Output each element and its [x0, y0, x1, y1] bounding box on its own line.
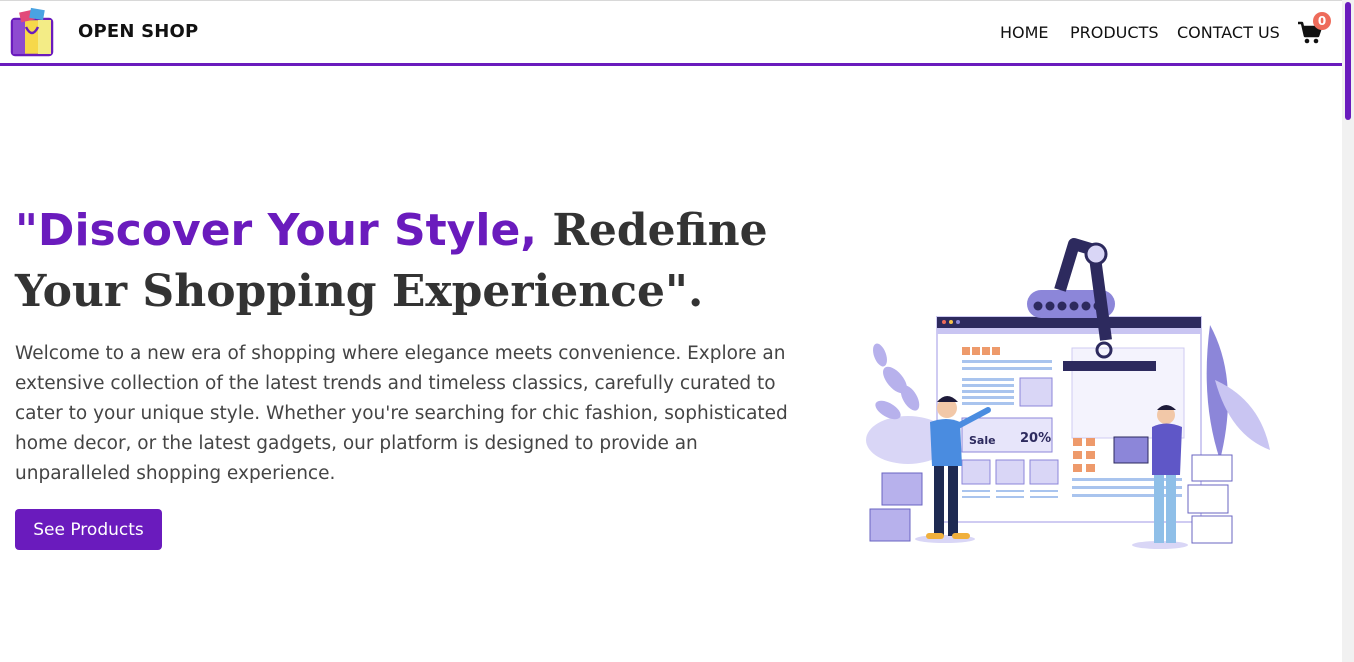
- see-products-button[interactable]: See Products: [15, 509, 162, 550]
- hero-title: "Discover Your Style, Redefine Your Shop…: [15, 202, 835, 324]
- nav-home[interactable]: HOME: [1000, 23, 1049, 42]
- navbar: OPEN SHOP HOME PRODUCTS CONTACT US 0: [0, 1, 1342, 66]
- discount-label: 20%: [1020, 431, 1051, 446]
- cart-count-badge: 0: [1313, 12, 1331, 30]
- leaf-decoration-right: [1206, 325, 1270, 460]
- hero-title-highlight: "Discover Your Style,: [15, 205, 538, 256]
- scrollbar-thumb[interactable]: [1345, 2, 1351, 120]
- nav-contact-us[interactable]: CONTACT US: [1177, 23, 1280, 42]
- hero-description: Welcome to a new era of shopping where e…: [15, 343, 788, 484]
- brand-name[interactable]: OPEN SHOP: [78, 21, 198, 42]
- sale-label: Sale: [969, 434, 996, 447]
- boxes-right: [1187, 454, 1233, 544]
- shopping-bag-icon[interactable]: [10, 5, 56, 57]
- nav-products[interactable]: PRODUCTS: [1070, 23, 1159, 42]
- boxes-left: [869, 472, 923, 542]
- shopping-illustration: Sale 20%: [866, 238, 1270, 549]
